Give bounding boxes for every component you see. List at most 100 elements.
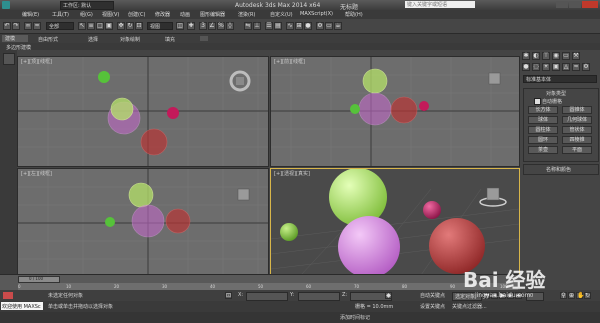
hierarchy-tab-icon[interactable]: ⊤ (542, 52, 550, 60)
tab-object-paint[interactable]: 对象绘制 (120, 36, 140, 43)
menu-animation[interactable]: 动画 (180, 11, 190, 18)
ribbon-subtitle-bar: 多边形建模 (0, 43, 600, 51)
curve-editor-icon[interactable]: ∿ (286, 22, 294, 30)
menu-help[interactable]: 帮助(H) (345, 11, 363, 18)
spacewarps-icon[interactable]: ≈ (572, 63, 580, 71)
y-coord-field[interactable] (298, 292, 340, 301)
menu-views[interactable]: 视图(V) (102, 11, 119, 18)
lights-icon[interactable]: ☀ (542, 63, 550, 71)
geometry-icon[interactable]: ● (522, 63, 530, 71)
layer-manager-icon[interactable]: ☰ (265, 22, 273, 30)
menu-graph-editors[interactable]: 图形编辑器 (200, 11, 225, 18)
lock-selection-icon[interactable]: ⊡ (225, 292, 232, 299)
material-editor-icon[interactable]: ● (304, 22, 312, 30)
menu-maxscript[interactable]: MAXScript(X) (300, 11, 333, 17)
helpers-icon[interactable]: ◬ (562, 63, 570, 71)
undo-icon[interactable]: ↶ (3, 22, 11, 30)
render-production-icon[interactable]: ☕ (334, 22, 342, 30)
unlink-icon[interactable]: ≈ (33, 22, 41, 30)
geosphere-button[interactable]: 几何球体 (562, 116, 592, 124)
rect-selection-icon[interactable]: □ (96, 22, 104, 30)
maximize-button[interactable] (569, 1, 581, 8)
x-coord-field[interactable] (246, 292, 288, 301)
plane-button[interactable]: 平面 (562, 146, 592, 154)
menu-group[interactable]: 组(G) (80, 11, 93, 18)
menu-customize[interactable]: 自定义(U) (270, 11, 293, 18)
prompt-line: 单击或单击并拖动以选择对象 (48, 304, 114, 310)
primitive-type-dropdown[interactable]: 标准基本体 (523, 75, 597, 83)
viewcube-persp-icon (479, 187, 507, 207)
autogrid-checkbox[interactable] (534, 98, 541, 105)
tab-selection[interactable]: 选择 (88, 36, 98, 43)
motion-tab-icon[interactable]: ◉ (552, 52, 560, 60)
ref-coord-dropdown[interactable]: 视图 (147, 22, 173, 30)
add-time-tag[interactable]: 添加时间标记 (340, 314, 370, 321)
angle-snap-icon[interactable]: ∠ (208, 22, 216, 30)
viewport-top[interactable]: [+][顶][线框] (17, 56, 269, 167)
display-tab-icon[interactable]: ▭ (562, 52, 570, 60)
minimize-button[interactable] (556, 1, 568, 8)
app-logo-icon[interactable] (2, 1, 10, 9)
viewport-left[interactable]: [+][左][线框] (17, 168, 269, 276)
modify-tab-icon[interactable]: ◐ (532, 52, 540, 60)
link-icon[interactable]: ∞ (24, 22, 32, 30)
menu-rendering[interactable]: 渲染(R) (238, 11, 255, 18)
graphite-tools-icon[interactable]: ▤ (274, 22, 282, 30)
scale-icon[interactable]: ⊡ (135, 22, 143, 30)
workspace-dropdown[interactable]: 工作区: 默认 (60, 1, 114, 10)
menu-tools[interactable]: 工具(T) (52, 11, 69, 18)
percent-snap-icon[interactable]: % (217, 22, 225, 30)
menu-modifiers[interactable]: 修改器 (155, 11, 170, 18)
systems-icon[interactable]: ⚙ (582, 63, 590, 71)
spinner-snap-icon[interactable]: ◊ (226, 22, 234, 30)
select-manipulate-icon[interactable]: ✚ (187, 22, 195, 30)
time-slider[interactable]: 0 / 100 (18, 276, 60, 283)
mirror-icon[interactable]: ⇋ (244, 22, 252, 30)
select-by-name-icon[interactable]: ≡ (87, 22, 95, 30)
tab-modeling[interactable]: 建模 (2, 35, 28, 42)
move-icon[interactable]: ✥ (117, 22, 125, 30)
viewport-front[interactable]: [+][前][线框] (270, 56, 520, 167)
menu-create[interactable]: 创建(C) (128, 11, 145, 18)
render-setup-icon[interactable]: ⚙ (316, 22, 324, 30)
cone-button[interactable]: 圆锥体 (562, 106, 592, 114)
box-button[interactable]: 长方体 (528, 106, 558, 114)
cylinder-button[interactable]: 圆柱体 (528, 126, 558, 134)
timeline-track[interactable]: 0 10 20 30 40 50 60 70 80 90 100 (18, 283, 518, 290)
pivot-icon[interactable]: ◫ (176, 22, 184, 30)
autokey-label[interactable]: 自动关键点 (420, 292, 445, 299)
snap-icon[interactable]: 3 (199, 22, 207, 30)
tab-freeform[interactable]: 自由形式 (38, 36, 58, 43)
select-object-icon[interactable]: ↖ (78, 22, 86, 30)
name-color-header[interactable]: 名称和颜色 (546, 166, 571, 173)
shapes-icon[interactable]: ◌ (532, 63, 540, 71)
teapot-button[interactable]: 茶壶 (528, 146, 558, 154)
menu-edit[interactable]: 编辑(E) (22, 11, 39, 18)
timeline[interactable]: 0 / 100 0 10 20 30 40 50 60 70 80 90 100 (0, 274, 520, 291)
maxscript-mini-listener[interactable]: 欢迎使用 MAXSc (1, 302, 43, 310)
search-input[interactable]: 键入关键字或短语 (405, 1, 475, 8)
utilities-tab-icon[interactable]: ⚒ (572, 52, 580, 60)
window-crossing-icon[interactable]: ▣ (105, 22, 113, 30)
left-strip-icon[interactable] (3, 53, 15, 65)
rotate-icon[interactable]: ↻ (126, 22, 134, 30)
key-mode-icon[interactable]: ◆ (385, 292, 392, 299)
tab-populate[interactable]: 填充 (165, 36, 175, 43)
maxscript-listener-icon[interactable] (3, 292, 13, 299)
schematic-view-icon[interactable]: ⊞ (295, 22, 303, 30)
sphere-button[interactable]: 球体 (528, 116, 558, 124)
rendered-frame-icon[interactable]: ▭ (325, 22, 333, 30)
cameras-icon[interactable]: ▣ (552, 63, 560, 71)
torus-button[interactable]: 圆环 (528, 136, 558, 144)
selection-filter-dropdown[interactable]: 全部 (46, 22, 74, 30)
tube-button[interactable]: 管状体 (562, 126, 592, 134)
align-icon[interactable]: ⊥ (253, 22, 261, 30)
setkey-label[interactable]: 设置关键点 (420, 303, 445, 310)
close-button[interactable] (582, 1, 598, 8)
object-type-header[interactable]: 对象类型 (546, 90, 566, 97)
ribbon-toggle-icon[interactable] (200, 36, 208, 41)
pyramid-button[interactable]: 四棱锥 (562, 136, 592, 144)
create-tab-icon[interactable]: ✱ (522, 52, 530, 60)
redo-icon[interactable]: ↷ (12, 22, 20, 30)
viewport-perspective[interactable]: [+][透视][真实] (270, 168, 520, 276)
